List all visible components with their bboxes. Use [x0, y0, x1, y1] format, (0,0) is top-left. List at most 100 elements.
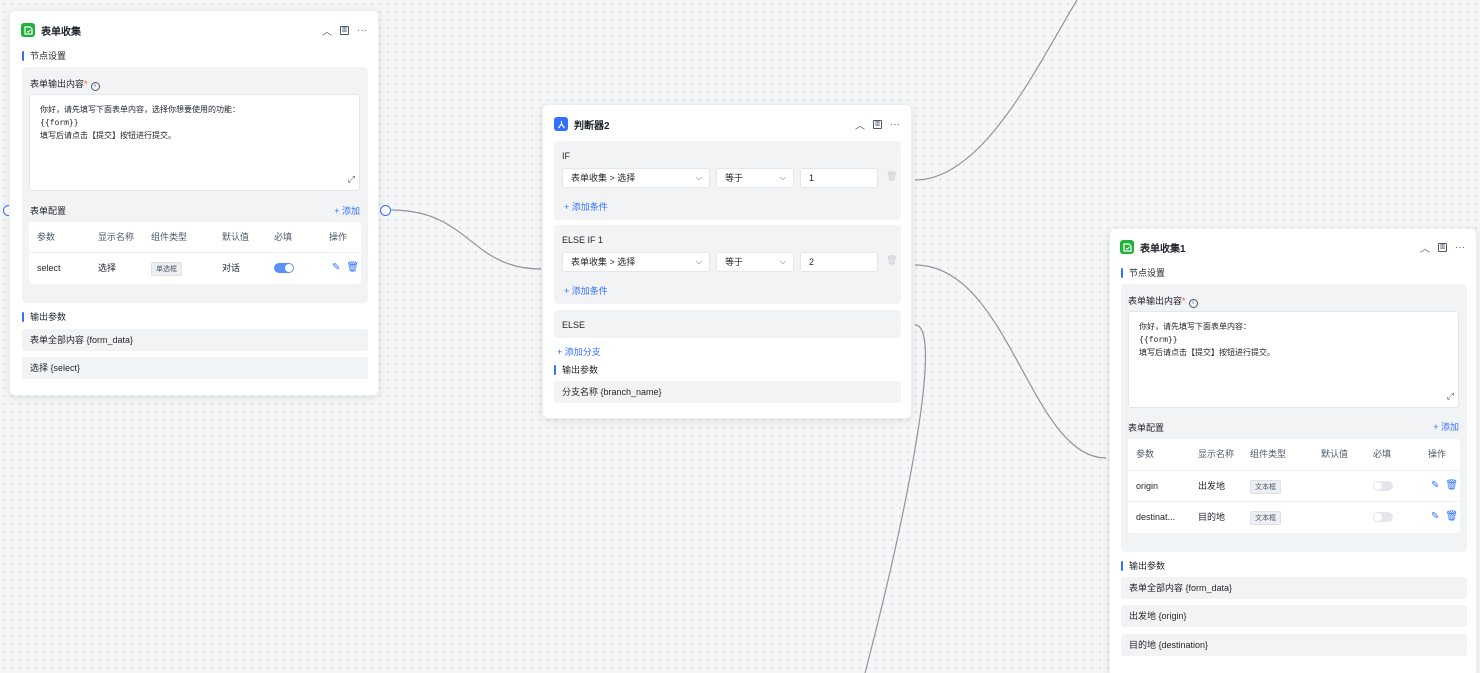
condition-label: IF	[562, 151, 570, 161]
output-row: 选择 {select}	[22, 357, 368, 379]
col-actions: 操作	[329, 232, 348, 242]
value-input[interactable]: 1	[800, 168, 878, 188]
col-display: 显示名称	[98, 232, 135, 242]
node-form-collect-1[interactable]: 表单收集1 ︿ ▥ ··· 节点设置 表单输出内容* i 你好，请先填写下面表单内…	[1109, 228, 1477, 673]
table-row: select 选择 单选框 对话 ✎ 🗑	[29, 252, 361, 282]
delete-icon[interactable]: 🗑	[1445, 471, 1458, 501]
row-display: 目的地	[1198, 512, 1226, 522]
section-output-params: 输出参数	[1121, 559, 1165, 572]
value-input[interactable]: 2	[800, 252, 878, 272]
node-title: 表单收集1	[1140, 243, 1186, 255]
required-toggle[interactable]	[274, 263, 294, 273]
node-header: 表单收集 ︿ ▥ ···	[21, 22, 367, 38]
add-field-button[interactable]: + 添加	[334, 204, 360, 217]
row-display: 选择	[98, 263, 117, 273]
node-header: 表单收集1 ︿ ▥ ···	[1120, 239, 1465, 255]
more-icon[interactable]: ···	[890, 119, 900, 130]
delete-icon[interactable]: 🗑	[886, 255, 897, 266]
condition-label: ELSE	[562, 320, 586, 330]
col-required: 必填	[1373, 449, 1392, 459]
output-row: 表单全部内容 {form_data}	[1121, 577, 1467, 599]
output-row: 出发地 {origin}	[1121, 605, 1467, 627]
form-icon	[1120, 240, 1134, 254]
edge-if-branch	[914, 0, 1078, 181]
chevron-down-icon: ⌵	[779, 173, 786, 182]
col-default: 默认值	[1321, 449, 1349, 459]
col-param: 参数	[1136, 449, 1155, 459]
add-field-button[interactable]: + 添加	[1433, 420, 1459, 433]
table-row: origin 出发地 文本框 ✎ 🗑	[1128, 470, 1460, 500]
output-content-textarea[interactable]: 你好，请先填写下面表单内容，选择你想要使用的功能： {{form}} 填写后请点…	[29, 94, 360, 191]
row-type-tag: 文本框	[1250, 510, 1281, 525]
edit-icon[interactable]: ✎	[332, 253, 340, 283]
expand-icon[interactable]: ⤢	[1447, 391, 1454, 404]
section-output-params: 输出参数	[22, 310, 66, 323]
table-header: 参数 显示名称 组件类型 默认值 必填 操作	[29, 222, 361, 252]
node-title: 表单收集	[41, 26, 81, 38]
field-select[interactable]: 表单收集 > 选择 ⌵	[562, 168, 710, 188]
col-required: 必填	[274, 232, 293, 242]
form-config-label: 表单配置	[30, 206, 67, 216]
collapse-icon[interactable]: ︿	[1420, 240, 1430, 255]
node-judge[interactable]: 判断器2 ︿ ▥ ··· IF 表单收集 > 选择 ⌵ 等于 ⌵ 1 🗑 + 添加条…	[542, 104, 912, 419]
edge-elseif-branch	[914, 264, 1107, 459]
row-type-tag: 单选框	[151, 261, 182, 276]
output-row: 表单全部内容 {form_data}	[22, 329, 368, 351]
table-row: destinat... 目的地 文本框 ✎ 🗑	[1128, 501, 1460, 531]
add-condition-button[interactable]: + 添加条件	[564, 284, 608, 297]
operator-select[interactable]: 等于 ⌵	[716, 252, 794, 272]
collapse-icon[interactable]: ︿	[322, 23, 332, 38]
output-content-label: 表单输出内容* i	[30, 77, 100, 91]
chevron-down-icon: ⌵	[779, 257, 786, 266]
chevron-down-icon: ⌵	[695, 257, 702, 266]
table-header: 参数 显示名称 组件类型 默认值 必填 操作	[1128, 439, 1460, 469]
col-type: 组件类型	[1250, 449, 1287, 459]
field-select[interactable]: 表单收集 > 选择 ⌵	[562, 252, 710, 272]
row-display: 出发地	[1198, 481, 1226, 491]
chart-icon[interactable]: ▥	[1438, 242, 1447, 252]
add-condition-button[interactable]: + 添加条件	[564, 200, 608, 213]
chart-icon[interactable]: ▥	[873, 119, 882, 129]
row-type-tag: 文本框	[1250, 479, 1281, 494]
output-row: 分支名称 {branch_name}	[554, 381, 901, 403]
required-toggle[interactable]	[1373, 512, 1393, 522]
settings-panel: 表单输出内容* i 你好，请先填写下面表单内容，选择你想要使用的功能： {{for…	[22, 67, 368, 303]
collapse-icon[interactable]: ︿	[855, 117, 865, 132]
form-config-table: 参数 显示名称 组件类型 默认值 必填 操作 select 选择 单选框 对话 …	[29, 222, 361, 284]
delete-icon[interactable]: 🗑	[346, 253, 359, 283]
branch-icon	[554, 117, 568, 131]
row-param: destinat...	[1136, 512, 1176, 522]
output-row: 目的地 {destination}	[1121, 634, 1467, 656]
output-content-label: 表单输出内容* i	[1128, 294, 1198, 308]
condition-else: ELSE	[554, 310, 901, 338]
node-header: 判断器2 ︿ ▥ ···	[554, 116, 900, 132]
node-title: 判断器2	[574, 120, 610, 132]
info-icon[interactable]: i	[1188, 299, 1198, 308]
col-actions: 操作	[1428, 449, 1447, 459]
form-config-table: 参数 显示名称 组件类型 默认值 必填 操作 origin 出发地 文本框 ✎ …	[1128, 439, 1460, 533]
settings-panel: 表单输出内容* i 你好，请先填写下面表单内容： {{form}} 填写后请点击【…	[1121, 284, 1467, 552]
required-toggle[interactable]	[1373, 481, 1393, 491]
edge-form-to-judge	[390, 209, 542, 270]
row-param: origin	[1136, 481, 1159, 491]
delete-icon[interactable]: 🗑	[1445, 502, 1458, 532]
delete-icon[interactable]: 🗑	[886, 171, 897, 182]
edit-icon[interactable]: ✎	[1431, 471, 1439, 501]
form-config-label: 表单配置	[1128, 423, 1165, 433]
condition-else-if: ELSE IF 1 表单收集 > 选择 ⌵ 等于 ⌵ 2 🗑 + 添加条件	[554, 225, 901, 304]
output-content-textarea[interactable]: 你好，请先填写下面表单内容： {{form}} 填写后请点击【提交】按钮进行提交…	[1128, 311, 1459, 408]
info-icon[interactable]: i	[90, 82, 100, 91]
col-type: 组件类型	[151, 232, 188, 242]
expand-icon[interactable]: ⤢	[348, 174, 355, 187]
more-icon[interactable]: ···	[357, 25, 367, 36]
output-port-form[interactable]	[380, 205, 391, 216]
more-icon[interactable]: ···	[1455, 242, 1465, 253]
operator-select[interactable]: 等于 ⌵	[716, 168, 794, 188]
edit-icon[interactable]: ✎	[1431, 502, 1439, 532]
condition-label: ELSE IF 1	[562, 235, 604, 245]
node-form-collect[interactable]: 表单收集 ︿ ▥ ··· 节点设置 表单输出内容* i 你好，请先填写下面表单内容…	[9, 10, 379, 396]
section-node-settings: 节点设置	[1121, 266, 1165, 279]
condition-if: IF 表单收集 > 选择 ⌵ 等于 ⌵ 1 🗑 + 添加条件	[554, 141, 901, 220]
add-branch-button[interactable]: + 添加分支	[557, 345, 601, 358]
chart-icon[interactable]: ▥	[340, 25, 349, 35]
